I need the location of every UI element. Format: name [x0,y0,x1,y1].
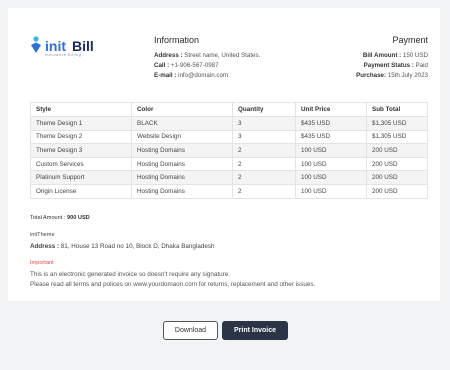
table-row: Origin License Hosting Domains 2 100 USD… [30,183,428,199]
svg-text:init: init [45,38,66,54]
signature-note: This is an electronic generated invoice … [30,271,231,278]
brand-logo: init Bill Innovative Billing [30,35,110,57]
table-cell: 100 USD [295,183,367,199]
table-cell: BLACK [131,116,233,131]
table-cell: Hosting Domains [131,170,233,185]
table-cell: Hosting Domains [131,156,233,172]
payment-heading: Payment [392,35,428,45]
table-cell: Platinum Support [30,170,132,185]
table-cell: $1,305 USD [366,116,428,131]
table-cell: Origin License [30,183,132,199]
svg-text:Innovative Billing: Innovative Billing [45,53,81,57]
table-cell: 200 USD [366,170,428,185]
table-header-row: Style Color Quantity Unit Price Sub Tota… [30,102,428,117]
table-cell: 200 USD [366,156,428,172]
print-invoice-button[interactable]: Print Invoice [222,321,288,340]
company-address: Address : 81, House 13 Road no 10, Block… [30,243,215,250]
table-cell: 3 [232,129,296,145]
table-cell: 100 USD [295,143,367,158]
total-amount: Total Amount : 900 USD [30,215,90,221]
table-cell: $435 USD [295,116,367,131]
invoice-table: Style Color Quantity Unit Price Sub Tota… [30,102,428,199]
table-cell: Hosting Domains [131,183,233,199]
column-header: Quantity [232,102,296,117]
table-row: Custom Services Hosting Domains 2 100 US… [30,156,428,172]
table-cell: 200 USD [366,183,428,199]
table-cell: 2 [232,143,296,158]
table-cell: Custom Services [30,156,132,172]
download-button[interactable]: Download [163,321,218,340]
table-cell: 2 [232,156,296,172]
table-cell: 2 [232,170,296,185]
invoice-card: init Bill Innovative Billing Information… [8,8,440,301]
table-row: Theme Design 2 Website Design 3 $435 USD… [30,129,428,145]
table-cell: 100 USD [295,156,367,172]
payment-status: Payment Status : Paid [363,62,428,69]
table-cell: 100 USD [295,170,367,185]
bill-amount: Bill Amount : 150 USD [362,52,428,59]
table-cell: Website Design [131,129,233,145]
column-header: Color [131,102,233,117]
table-cell: Hosting Domains [131,143,233,158]
table-cell: Theme Design 1 [30,116,132,131]
terms-note: Please read all terms and polices on www… [30,281,316,288]
table-row: Platinum Support Hosting Domains 2 100 U… [30,170,428,185]
table-cell: 200 USD [366,143,428,158]
column-header: Sub Total [366,102,428,117]
table-cell: 3 [232,116,296,131]
table-cell: Theme Design 2 [30,129,132,145]
logo-icon: init Bill Innovative Billing [31,36,94,57]
table-row: Theme Design 3 Hosting Domains 2 100 USD… [30,143,428,158]
payment-section: Payment Bill Amount : 150 USD Payment St… [278,35,428,81]
column-header: Style [30,102,132,117]
table-cell: 2 [232,183,296,199]
important-label: Important [30,260,54,266]
column-header: Unit Price [295,102,367,117]
table-cell: $1,305 USD [366,129,428,145]
svg-text:Bill: Bill [72,38,94,54]
table-cell: $435 USD [295,129,367,145]
table-cell: Theme Design 3 [30,143,132,158]
table-row: Theme Design 1 BLACK 3 $435 USD $1,305 U… [30,116,428,131]
company-name: initTheme [30,232,55,238]
purchase-date: Purchase: 15th July 2023 [356,72,428,79]
